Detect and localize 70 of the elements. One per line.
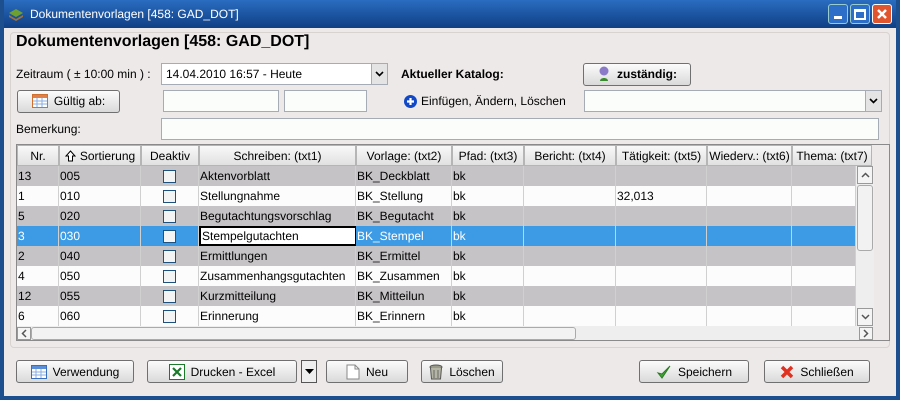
checkbox[interactable]: [163, 230, 176, 242]
column-header[interactable]: Vorlage: (txt2): [356, 145, 452, 166]
caret-down-icon: [304, 369, 314, 374]
table-row[interactable]: 2 040 Ermittlungen BK_Ermittel bk: [17, 246, 856, 266]
valid-from-button[interactable]: Gültig ab:: [17, 90, 120, 112]
time-input[interactable]: [284, 90, 367, 112]
calendar-icon: [32, 94, 48, 108]
column-header[interactable]: Thema: (txt7): [792, 145, 872, 166]
chevron-left-icon: [21, 328, 27, 338]
page-icon: [346, 364, 360, 380]
maximize-button[interactable]: [850, 4, 870, 24]
column-header[interactable]: Bericht: (txt4): [524, 145, 616, 166]
table-row[interactable]: 4 050 Zusammenhangsgutachten BK_Zusammen bk: [17, 266, 856, 286]
field-label: Bemerkung:: [16, 121, 82, 138]
chevron-right-icon: [863, 328, 869, 338]
window-title: Dokumentenvorlagen [458: GAD_DOT]: [30, 6, 239, 23]
column-header[interactable]: Pfad: (txt3): [452, 145, 524, 166]
column-header[interactable]: Wiederv.: (txt6): [707, 145, 792, 166]
table-row[interactable]: 1 010 Stellungnahme BK_Stellung bk 32,013: [17, 186, 856, 206]
checkbox[interactable]: [163, 270, 176, 282]
table-row[interactable]: 13 005 Aktenvorblatt BK_Deckblatt bk: [17, 166, 856, 186]
action-button[interactable]: Drucken - Excel: [147, 360, 297, 383]
plus-icon: [404, 94, 417, 108]
dropdown-button[interactable]: [301, 360, 317, 383]
responsible-button[interactable]: zuständig:: [583, 62, 691, 86]
checkbox[interactable]: [163, 250, 176, 262]
minimize-button[interactable]: [828, 4, 848, 24]
horizontal-scrollbar[interactable]: [17, 326, 873, 340]
cross-icon: [780, 364, 794, 378]
chevron-up-icon: [860, 172, 870, 178]
person-icon: [597, 66, 611, 82]
date-range-dropdown[interactable]: 14.04.2010 16:57 - Heute: [161, 63, 388, 85]
trash-icon: [429, 364, 444, 380]
checkbox[interactable]: [163, 310, 176, 322]
chevron-down-icon: [869, 98, 878, 104]
column-header[interactable]: Schreiben: (txt1): [199, 145, 356, 166]
edit-label: Einfügen, Ändern, Löschen: [421, 93, 567, 110]
action-button[interactable]: Neu: [326, 360, 408, 383]
close-button[interactable]: [872, 4, 892, 24]
chevron-down-icon: [375, 71, 384, 77]
table-row[interactable]: 6 060 Erinnerung BK_Erinnern bk: [17, 306, 856, 326]
spreadsheet-icon: [168, 364, 185, 380]
column-header[interactable]: Sortierung: [59, 145, 141, 166]
column-header[interactable]: Deaktiv: [141, 145, 199, 166]
arrow-up-icon: [64, 150, 76, 162]
action-button[interactable]: Speichern: [639, 360, 749, 383]
column-header[interactable]: Nr.: [17, 145, 59, 166]
action-button[interactable]: Verwendung: [16, 360, 134, 383]
checkbox[interactable]: [163, 190, 176, 202]
table-row[interactable]: 12 055 Kurzmitteilung BK_Mitteilun bk: [17, 286, 856, 306]
panel-heading: Dokumentenvorlagen [458: GAD_DOT]: [16, 32, 310, 52]
table-row[interactable]: 5 020 Begutachtungsvorschlag BK_Begutacht bk: [17, 206, 856, 226]
checkmark-icon: [656, 364, 672, 380]
column-header[interactable]: Tätigkeit: (txt5): [616, 145, 707, 166]
catalog-label: Aktueller Katalog:: [401, 66, 505, 83]
books-icon: [8, 7, 24, 21]
close-icon: [876, 8, 888, 20]
date-input[interactable]: [163, 90, 279, 112]
remark-input[interactable]: [161, 118, 879, 140]
table-icon: [30, 364, 47, 378]
table-cell: Stempelgutachten: [199, 226, 356, 246]
action-button[interactable]: Löschen: [421, 360, 503, 383]
action-button[interactable]: Schließen: [764, 360, 870, 383]
chevron-down-icon: [860, 314, 870, 320]
checkbox[interactable]: [163, 170, 176, 182]
vertical-scrollbar[interactable]: [856, 166, 874, 326]
checkbox[interactable]: [163, 290, 176, 302]
field-label: Zeitraum ( ± 10:00 min ) :: [16, 66, 152, 83]
checkbox[interactable]: [163, 210, 176, 222]
table-row[interactable]: 3 030 Stempelgutachten BK_Stempel bk: [17, 226, 856, 246]
